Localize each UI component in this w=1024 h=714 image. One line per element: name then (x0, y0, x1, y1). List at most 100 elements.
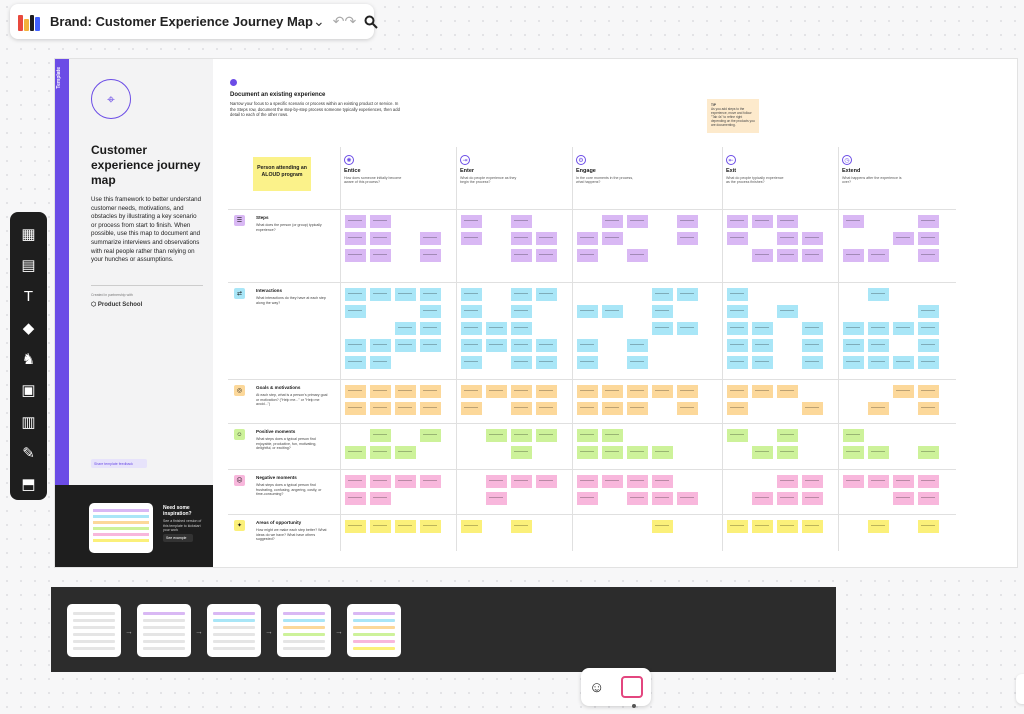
sticky-note[interactable] (652, 385, 673, 398)
sticky-note[interactable] (370, 492, 391, 505)
sticky-note[interactable] (370, 446, 391, 459)
sticky-note[interactable] (370, 249, 391, 262)
sticky-note[interactable] (868, 446, 889, 459)
sticky-note[interactable] (370, 520, 391, 533)
sticky-note[interactable] (461, 322, 482, 335)
sticky-note[interactable] (511, 288, 532, 301)
sticky-note[interactable] (345, 232, 366, 245)
reaction-icon[interactable]: ☺ (589, 679, 604, 696)
template-variant-1[interactable] (67, 604, 121, 657)
sticky-note[interactable] (893, 232, 914, 245)
sticky-note[interactable] (602, 446, 623, 459)
sticky-note[interactable] (918, 322, 939, 335)
sticky-note[interactable] (918, 520, 939, 533)
sticky-note[interactable] (577, 446, 598, 459)
sticky-note[interactable] (893, 322, 914, 335)
sticky-note[interactable] (777, 232, 798, 245)
sticky-note[interactable] (536, 339, 557, 352)
sticky-note[interactable] (511, 520, 532, 533)
sticky-note[interactable] (893, 475, 914, 488)
sticky-note[interactable] (918, 475, 939, 488)
sticky-note[interactable] (868, 402, 889, 415)
sticky-note[interactable] (486, 339, 507, 352)
sticky-note[interactable] (727, 429, 748, 442)
sticky-note[interactable] (727, 520, 748, 533)
sticky-note[interactable] (370, 385, 391, 398)
sticky-note[interactable] (577, 475, 598, 488)
sticky-note[interactable] (752, 339, 773, 352)
undo-icon[interactable]: ↶ (333, 9, 345, 35)
template-variant-4[interactable] (277, 604, 331, 657)
sticky-note[interactable] (345, 402, 366, 415)
sticky-note[interactable] (536, 288, 557, 301)
sticky-note[interactable] (802, 339, 823, 352)
sticky-note[interactable] (627, 356, 648, 369)
sticky-note[interactable] (536, 356, 557, 369)
sticky-note[interactable] (727, 339, 748, 352)
sticky-note[interactable] (752, 215, 773, 228)
sticky-note[interactable] (652, 520, 673, 533)
sticky-note[interactable] (677, 215, 698, 228)
sticky-note[interactable] (461, 232, 482, 245)
sticky-note[interactable] (370, 429, 391, 442)
sticky-note[interactable] (511, 215, 532, 228)
sticky-note[interactable] (511, 475, 532, 488)
sticky-note[interactable] (777, 492, 798, 505)
sticky-note[interactable] (752, 356, 773, 369)
sticky-note[interactable] (777, 520, 798, 533)
sticky-note[interactable] (727, 322, 748, 335)
sticky-note[interactable] (461, 356, 482, 369)
sticky-note[interactable] (652, 475, 673, 488)
sticky-note[interactable] (627, 339, 648, 352)
sticky-note[interactable] (727, 402, 748, 415)
sticky-note[interactable] (677, 288, 698, 301)
see-example-button[interactable]: See example (163, 534, 193, 542)
sticky-note[interactable] (868, 520, 889, 533)
sticky-note-icon[interactable]: ▤ (14, 250, 44, 279)
sticky-note[interactable] (752, 385, 773, 398)
sticky-note[interactable] (868, 339, 889, 352)
persona-sticky[interactable]: Person attending an ALOUD program (253, 157, 311, 191)
table-icon[interactable]: ▥ (14, 407, 44, 436)
sticky-note[interactable] (802, 232, 823, 245)
sticky-note[interactable] (652, 288, 673, 301)
sticky-note[interactable] (370, 288, 391, 301)
sticky-note[interactable] (802, 520, 823, 533)
sticky-note[interactable] (777, 385, 798, 398)
shapes-icon[interactable]: ◆ (14, 313, 44, 342)
sticky-note[interactable] (918, 232, 939, 245)
sticky-note[interactable] (420, 249, 441, 262)
sticky-note[interactable] (461, 305, 482, 318)
search-icon[interactable] (364, 9, 378, 35)
sticky-note[interactable] (602, 475, 623, 488)
sticky-note[interactable] (536, 429, 557, 442)
sticky-note[interactable] (918, 385, 939, 398)
sticky-note[interactable] (602, 232, 623, 245)
sticky-note[interactable] (461, 385, 482, 398)
sticky-note[interactable] (370, 339, 391, 352)
sticky-note[interactable] (345, 385, 366, 398)
sticky-note[interactable] (752, 322, 773, 335)
sticky-note[interactable] (395, 385, 416, 398)
sticky-note[interactable] (777, 305, 798, 318)
sticky-note[interactable] (602, 402, 623, 415)
sticky-note[interactable] (627, 475, 648, 488)
sticky-note[interactable] (345, 520, 366, 533)
sticky-note[interactable] (536, 249, 557, 262)
sticky-note[interactable] (752, 520, 773, 533)
sticky-note[interactable] (577, 249, 598, 262)
sticky-note[interactable] (627, 385, 648, 398)
sticky-note[interactable] (652, 446, 673, 459)
sticky-note[interactable] (843, 429, 864, 442)
sticky-note[interactable] (727, 215, 748, 228)
image-icon[interactable]: ▣ (14, 376, 44, 405)
sticky-note[interactable] (395, 339, 416, 352)
sticky-note[interactable] (802, 249, 823, 262)
sticky-note[interactable] (602, 429, 623, 442)
sticky-note[interactable] (420, 305, 441, 318)
sticky-note[interactable] (536, 402, 557, 415)
sticky-note[interactable] (893, 492, 914, 505)
sticky-note[interactable] (420, 288, 441, 301)
sticky-note[interactable] (511, 356, 532, 369)
sticky-note[interactable] (577, 429, 598, 442)
